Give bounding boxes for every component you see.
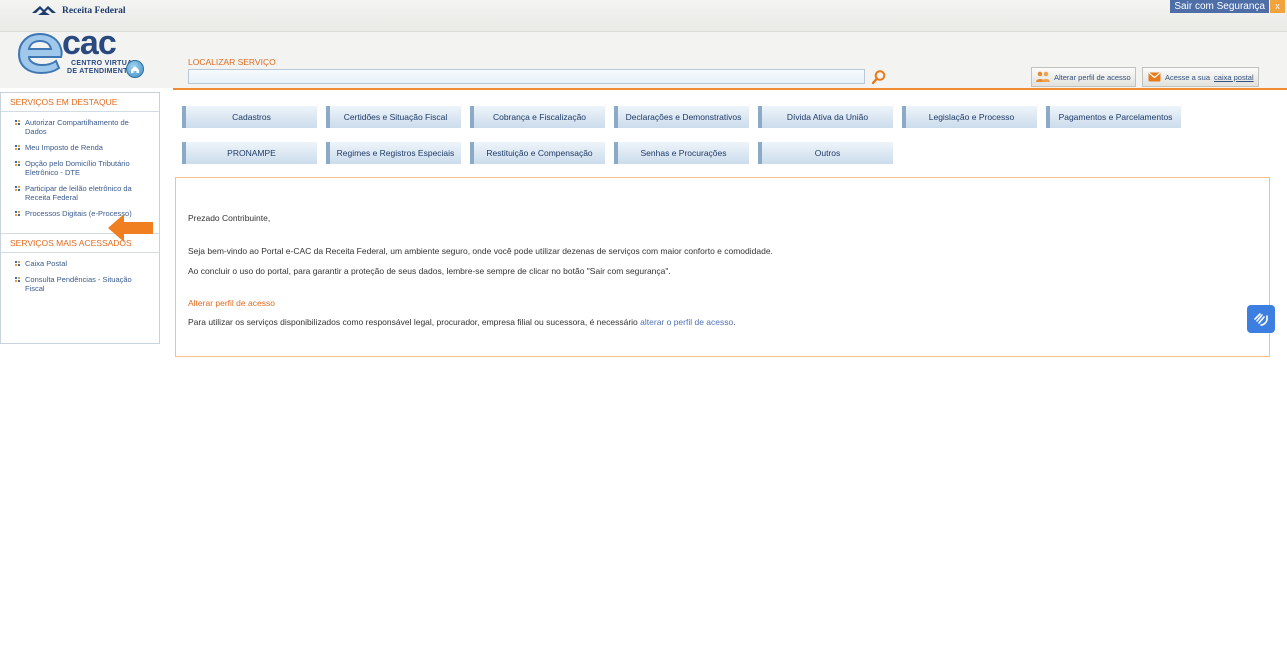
sidebar-item-caixa-postal[interactable]: Caixa Postal: [15, 259, 159, 268]
home-icon[interactable]: [126, 60, 144, 78]
sidebar-item-label: Autorizar Compartilhamento de Dados: [25, 118, 129, 136]
pointer-arrow-icon: [108, 214, 153, 242]
sidebar-item-label: Consulta Pendências - Situação Fiscal: [25, 275, 132, 293]
top-bar: Receita Federal Sair com Segurança x: [0, 0, 1287, 32]
receita-federal-brand[interactable]: Receita Federal: [30, 4, 126, 18]
search-input[interactable]: [188, 69, 865, 84]
category-pagamentos[interactable]: Pagamentos e Parcelamentos: [1046, 106, 1181, 128]
sidebar-item-meu-imposto-de-renda[interactable]: Meu Imposto de Renda: [15, 143, 159, 152]
category-legislacao[interactable]: Legislação e Processo: [902, 106, 1037, 128]
bullet-icon: [15, 186, 20, 191]
mailbox-prefix: Acesse a sua: [1165, 72, 1211, 82]
welcome-text-3-prefix: Para utilizar os serviços disponibilizad…: [188, 317, 638, 327]
welcome-panel: Prezado Contribuinte, Seja bem-vindo ao …: [175, 177, 1270, 357]
sidebar-item-label: Opção pelo Domicílio Tributário Eletrôni…: [25, 159, 130, 177]
header-divider: [173, 88, 1287, 90]
category-declaracoes[interactable]: Declarações e Demonstrativos: [614, 106, 749, 128]
featured-services-title: SERVIÇOS EM DESTAQUE: [1, 93, 159, 112]
ecac-e-icon: [17, 32, 63, 75]
change-profile-label: Alterar perfil de acesso: [1054, 72, 1131, 82]
category-restituicao[interactable]: Restituição e Compensação: [470, 142, 605, 164]
featured-services-list: Autorizar Compartilhamento de Dados Meu …: [1, 112, 159, 218]
category-pronampe[interactable]: PRONAMPE: [182, 142, 317, 164]
welcome-text-2: Ao concluir o uso do portal, para garant…: [188, 266, 671, 276]
welcome-text-3-suffix: .: [733, 317, 736, 327]
change-profile-button[interactable]: Alterar perfil de acesso: [1031, 67, 1136, 87]
category-outros[interactable]: Outros: [758, 142, 893, 164]
bullet-icon: [15, 161, 20, 166]
sidebar-item-leilao-eletronico[interactable]: Participar de leilão eletrônico da Recei…: [15, 184, 159, 202]
sidebar-item-label: Participar de leilão eletrônico da Recei…: [25, 184, 132, 202]
mailbox-button[interactable]: Acesse a sua caixa postal: [1142, 67, 1259, 87]
logo-wordmark: cac: [62, 24, 117, 62]
sidebar-item-consulta-pendencias[interactable]: Consulta Pendências - Situação Fiscal: [15, 275, 159, 293]
sidebar-item-autorizar-compartilhamento[interactable]: Autorizar Compartilhamento de Dados: [15, 118, 159, 136]
mailbox-link[interactable]: caixa postal: [1214, 73, 1254, 82]
bullet-icon: [15, 120, 20, 125]
bullet-icon: [15, 145, 20, 150]
change-profile-heading: Alterar perfil de acesso: [188, 298, 275, 308]
receita-federal-logo-icon: [32, 6, 56, 15]
accessibility-hand-icon[interactable]: [1247, 305, 1275, 333]
search-icon[interactable]: [871, 69, 887, 85]
brand-name: Receita Federal: [62, 6, 126, 16]
logo-subtitle-2: DE ATENDIMENTO: [67, 68, 134, 75]
category-regimes[interactable]: Regimes e Registros Especiais: [326, 142, 461, 164]
category-cobranca[interactable]: Cobrança e Fiscalização: [470, 106, 605, 128]
users-icon: [1036, 71, 1050, 82]
sidebar-item-opcao-dte[interactable]: Opção pelo Domicílio Tributário Eletrôni…: [15, 159, 159, 177]
sidebar-item-label: Meu Imposto de Renda: [25, 143, 103, 152]
sidebar-item-label: Caixa Postal: [25, 259, 68, 268]
bullet-icon: [15, 261, 20, 266]
category-senhas[interactable]: Senhas e Procurações: [614, 142, 749, 164]
welcome-text-3: Para utilizar os serviços disponibilizad…: [188, 317, 736, 327]
bullet-icon: [15, 277, 20, 282]
change-profile-link[interactable]: alterar o perfil de acesso: [640, 317, 733, 327]
category-certidoes[interactable]: Certidões e Situação Fiscal: [326, 106, 461, 128]
search-label: LOCALIZAR SERVIÇO: [188, 57, 276, 67]
sign-language-glyph: [1254, 313, 1268, 326]
welcome-greeting: Prezado Contribuinte,: [188, 213, 271, 223]
envelope-icon: [1148, 72, 1161, 82]
logout-close-icon[interactable]: x: [1270, 0, 1285, 13]
bullet-icon: [15, 211, 20, 216]
most-accessed-list: Caixa Postal Consulta Pendências - Situa…: [1, 253, 159, 293]
category-cadastros[interactable]: Cadastros: [182, 106, 317, 128]
category-divida-ativa[interactable]: Dívida Ativa da União: [758, 106, 893, 128]
house-glyph: [131, 66, 139, 73]
logout-button[interactable]: Sair com Segurança: [1170, 0, 1269, 13]
welcome-text-1: Seja bem-vindo ao Portal e-CAC da Receit…: [188, 246, 773, 256]
